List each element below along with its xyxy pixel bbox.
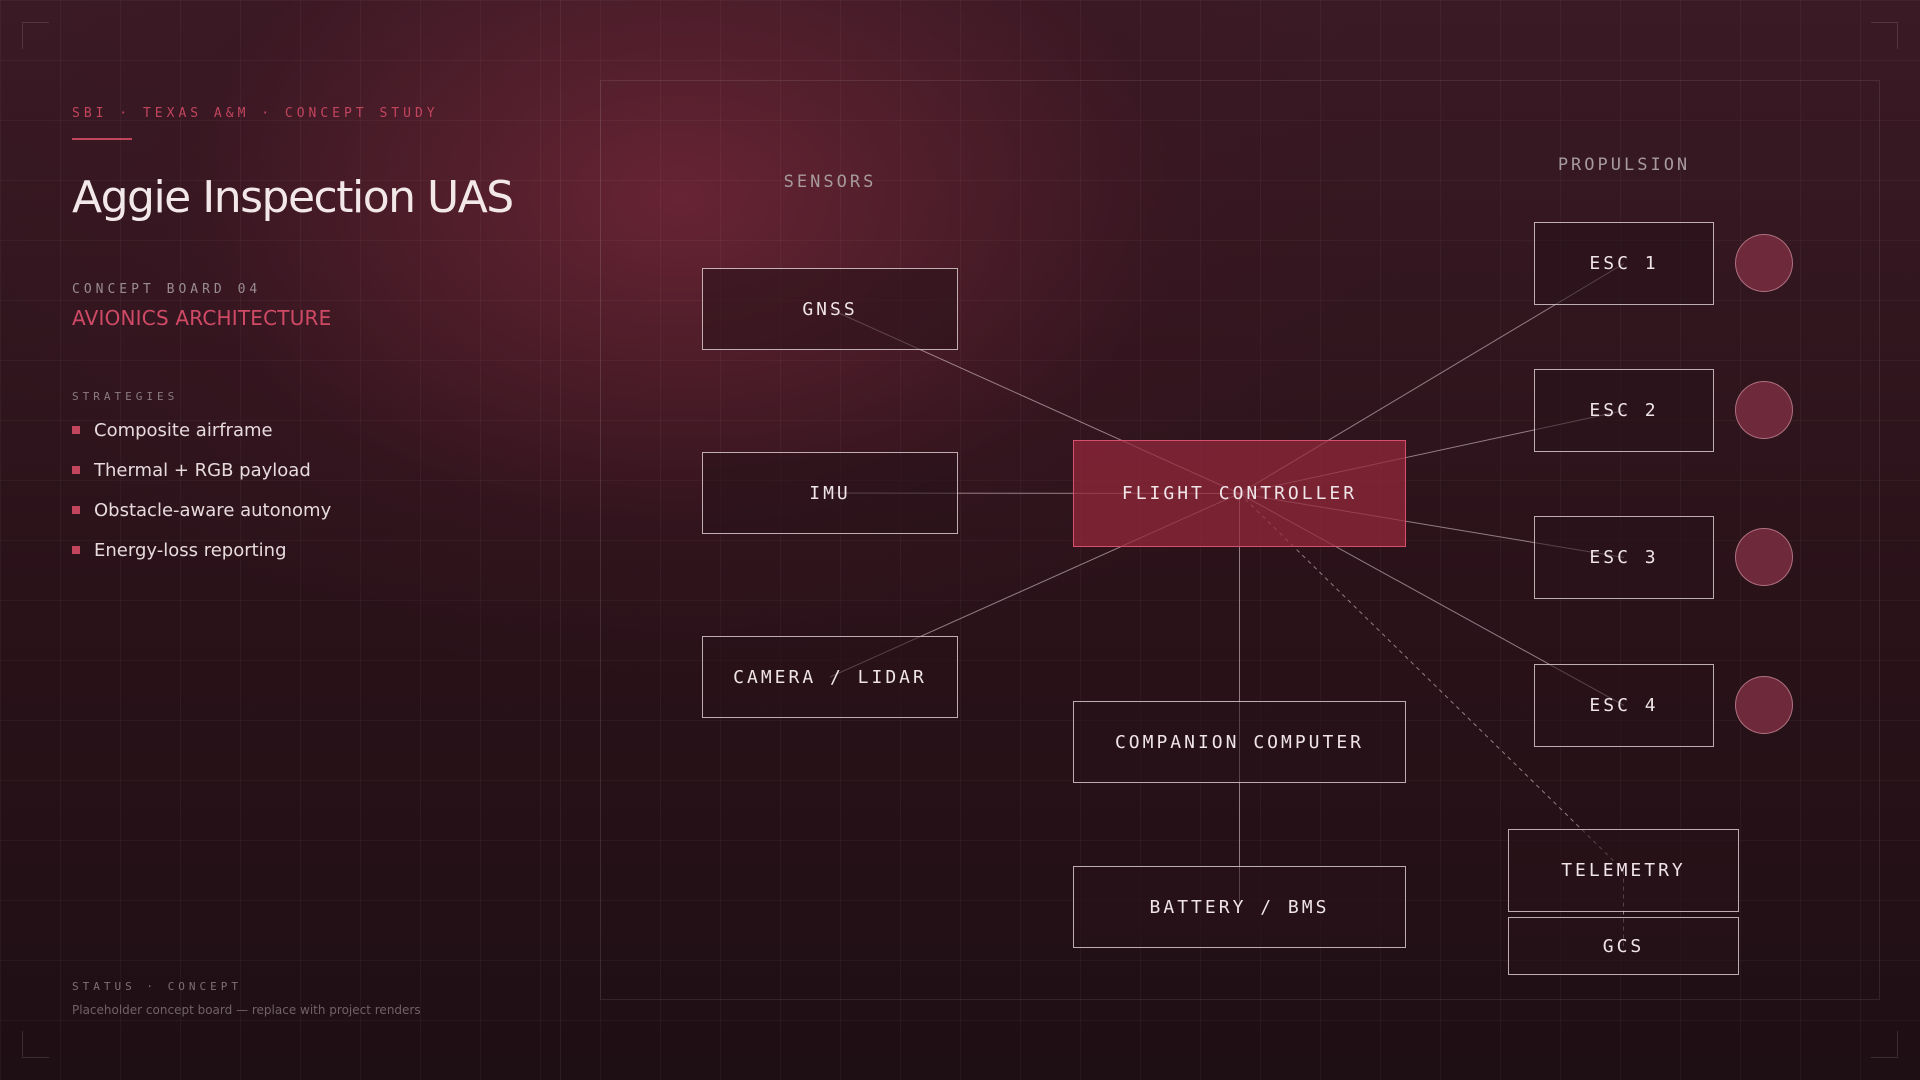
bullet-icon xyxy=(72,426,80,434)
node-companion-computer[interactable]: COMPANION COMPUTER xyxy=(1073,701,1406,783)
corner-mark-top-left xyxy=(22,22,49,49)
eyebrow-text: SBI · TEXAS A&M · CONCEPT STUDY xyxy=(72,106,439,121)
status-label: STATUS · CONCEPT xyxy=(72,980,242,993)
list-item: Obstacle-aware autonomy xyxy=(72,490,331,530)
motor-3-icon xyxy=(1735,528,1793,586)
propulsion-section-label: PROPULSION xyxy=(1557,155,1691,175)
board-name: AVIONICS ARCHITECTURE xyxy=(72,306,332,330)
bullet-icon xyxy=(72,466,80,474)
node-gcs[interactable]: GCS xyxy=(1508,917,1739,975)
node-telemetry[interactable]: TELEMETRY xyxy=(1508,829,1739,912)
sidebar-divider xyxy=(560,0,561,1080)
sensors-section-label: SENSORS xyxy=(783,172,877,192)
strategy-text: Energy-loss reporting xyxy=(94,539,287,561)
strategies-label: STRATEGIES xyxy=(72,390,179,403)
bullet-icon xyxy=(72,546,80,554)
list-item: Thermal + RGB payload xyxy=(72,450,331,490)
node-gnss[interactable]: GNSS xyxy=(702,268,958,350)
strategies-list: Composite airframe Thermal + RGB payload… xyxy=(72,410,331,570)
node-esc-2[interactable]: ESC 2 xyxy=(1534,369,1714,452)
node-battery-bms[interactable]: BATTERY / BMS xyxy=(1073,866,1406,948)
corner-mark-top-right xyxy=(1871,22,1898,49)
board-number: CONCEPT BOARD 04 xyxy=(72,282,262,297)
node-esc-1[interactable]: ESC 1 xyxy=(1534,222,1714,305)
strategy-text: Composite airframe xyxy=(94,419,273,441)
motor-4-icon xyxy=(1735,676,1793,734)
strategy-text: Obstacle-aware autonomy xyxy=(94,499,332,521)
corner-mark-bottom-left xyxy=(22,1031,49,1058)
bullet-icon xyxy=(72,506,80,514)
list-item: Energy-loss reporting xyxy=(72,530,331,570)
node-esc-4[interactable]: ESC 4 xyxy=(1534,664,1714,747)
strategy-text: Thermal + RGB payload xyxy=(94,459,311,481)
eyebrow-rule xyxy=(72,138,132,140)
footnote: Placeholder concept board — replace with… xyxy=(72,1003,421,1017)
node-esc-3[interactable]: ESC 3 xyxy=(1534,516,1714,599)
motor-2-icon xyxy=(1735,381,1793,439)
node-imu[interactable]: IMU xyxy=(702,452,958,534)
motor-1-icon xyxy=(1735,234,1793,292)
corner-mark-bottom-right xyxy=(1871,1031,1898,1058)
page-title: Aggie Inspection UAS xyxy=(72,172,514,223)
node-camera-lidar[interactable]: CAMERA / LIDAR xyxy=(702,636,958,718)
node-flight-controller[interactable]: FLIGHT CONTROLLER xyxy=(1073,440,1406,547)
list-item: Composite airframe xyxy=(72,410,331,450)
